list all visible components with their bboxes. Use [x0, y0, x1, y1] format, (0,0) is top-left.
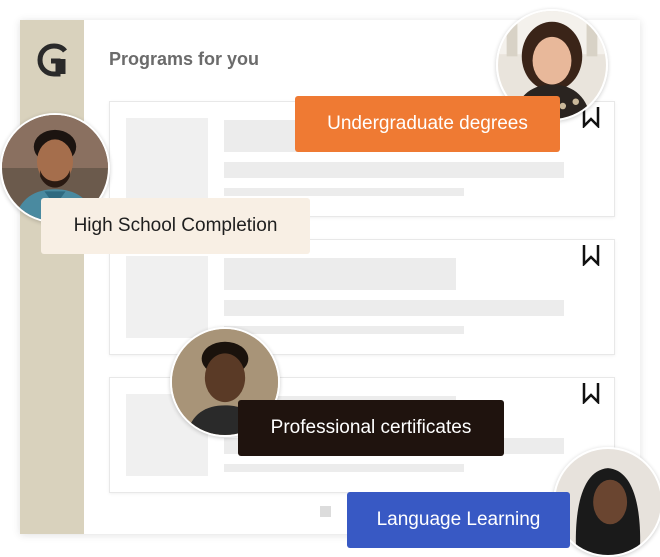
program-card-2[interactable] — [109, 239, 615, 355]
card-text-placeholder — [224, 300, 564, 316]
card-thumbnail-placeholder — [126, 256, 208, 338]
card-title-placeholder — [224, 258, 456, 290]
card-text-placeholder — [224, 162, 564, 178]
undergraduate-degrees-chip[interactable]: Undergraduate degrees — [295, 96, 560, 152]
language-learning-chip[interactable]: Language Learning — [347, 492, 570, 548]
bookmark-icon[interactable] — [582, 244, 600, 266]
sidebar-rail — [20, 20, 84, 534]
pagination-dot[interactable] — [320, 506, 331, 517]
card-thumbnail-placeholder — [126, 118, 208, 200]
page-title: Programs for you — [109, 49, 260, 69]
bookmark-icon[interactable] — [582, 382, 600, 404]
professional-certificates-chip[interactable]: Professional certificates — [238, 400, 504, 456]
avatar-photo — [555, 449, 660, 555]
g-logo-icon[interactable] — [34, 40, 74, 80]
card-subtext-placeholder — [224, 326, 464, 334]
high-school-completion-chip[interactable]: High School Completion — [41, 198, 310, 254]
card-subtext-placeholder — [224, 188, 464, 196]
card-subtext-placeholder — [224, 464, 464, 472]
